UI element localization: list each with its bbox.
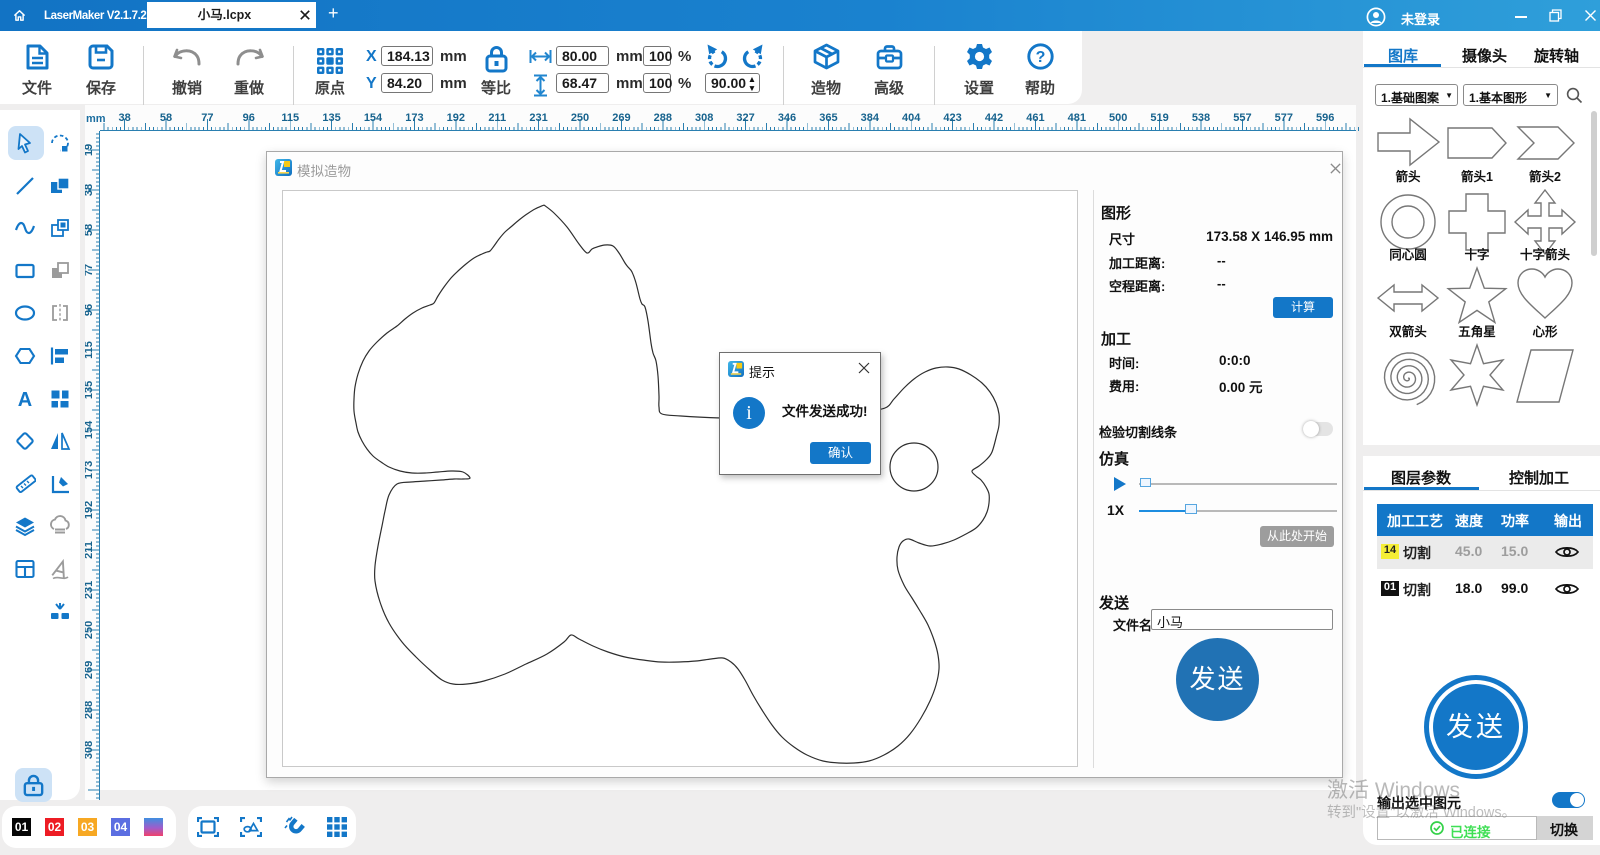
svg-text:135: 135 [85,381,95,399]
svg-text:96: 96 [85,304,95,316]
svg-text:192: 192 [447,112,465,124]
svg-text:461: 461 [1026,112,1044,124]
svg-text:77: 77 [85,264,95,276]
svg-text:96: 96 [243,112,255,124]
svg-text:A: A [18,389,32,410]
svg-text:519: 519 [1150,112,1168,124]
svg-text:231: 231 [85,581,95,599]
svg-text:346: 346 [778,112,796,124]
svg-text:442: 442 [985,112,1003,124]
svg-text:308: 308 [85,741,95,759]
svg-text:38: 38 [85,184,95,196]
svg-text:135: 135 [322,112,340,124]
svg-text:154: 154 [85,420,95,439]
svg-text:115: 115 [85,341,95,359]
svg-text:327: 327 [736,112,754,124]
svg-text:500: 500 [1109,112,1127,124]
svg-text:231: 231 [529,112,547,124]
svg-text:404: 404 [902,112,921,124]
svg-text:481: 481 [1068,112,1086,124]
svg-text:596: 596 [1316,112,1334,124]
svg-text:308: 308 [695,112,713,124]
svg-text:19: 19 [85,144,95,156]
svg-text:365: 365 [819,112,837,124]
svg-text:269: 269 [85,661,95,679]
svg-text:192: 192 [85,501,95,519]
svg-text:250: 250 [85,621,95,639]
svg-text:423: 423 [943,112,961,124]
svg-text:154: 154 [364,112,383,124]
svg-text:?: ? [1036,49,1046,66]
svg-text:173: 173 [85,461,95,479]
svg-text:557: 557 [1233,112,1251,124]
svg-text:173: 173 [405,112,423,124]
svg-text:58: 58 [85,224,95,236]
svg-text:211: 211 [488,112,506,124]
svg-text:58: 58 [160,112,172,124]
svg-text:77: 77 [201,112,213,124]
svg-text:269: 269 [612,112,630,124]
svg-text:538: 538 [1192,112,1210,124]
svg-text:211: 211 [85,541,95,559]
svg-text:38: 38 [118,112,130,124]
svg-text:577: 577 [1275,112,1293,124]
svg-text:288: 288 [85,701,95,719]
svg-text:115: 115 [281,112,299,124]
svg-text:384: 384 [861,112,880,124]
svg-text:288: 288 [654,112,672,124]
svg-text:250: 250 [571,112,589,124]
